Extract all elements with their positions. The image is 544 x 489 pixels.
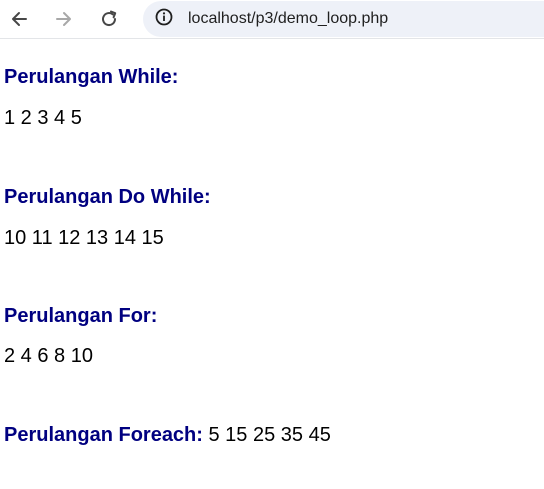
address-bar[interactable]: localhost/p3/demo_loop.php <box>143 1 544 37</box>
while-heading: Perulangan While: <box>4 66 179 88</box>
do-while-output: 10 11 12 13 14 15 <box>4 227 164 249</box>
foreach-heading: Perulangan Foreach: <box>4 424 203 446</box>
for-heading: Perulangan For: <box>4 305 158 327</box>
reload-button[interactable] <box>97 7 121 31</box>
do-while-heading: Perulangan Do While: <box>4 186 211 208</box>
for-output: 2 4 6 8 10 <box>4 345 93 367</box>
url-text[interactable]: localhost/p3/demo_loop.php <box>188 10 388 28</box>
arrow-left-icon <box>9 9 29 29</box>
browser-toolbar: localhost/p3/demo_loop.php <box>0 0 544 39</box>
foreach-output: 5 15 25 35 45 <box>208 424 331 446</box>
while-output: 1 2 3 4 5 <box>4 107 82 129</box>
reload-icon <box>99 9 119 29</box>
site-info-button[interactable] <box>153 8 175 30</box>
forward-button[interactable] <box>52 7 76 31</box>
info-circle-icon <box>154 7 174 32</box>
back-button[interactable] <box>7 7 31 31</box>
arrow-right-icon <box>54 9 74 29</box>
foreach-line: Perulangan Foreach: 5 15 25 35 45 <box>4 424 331 447</box>
